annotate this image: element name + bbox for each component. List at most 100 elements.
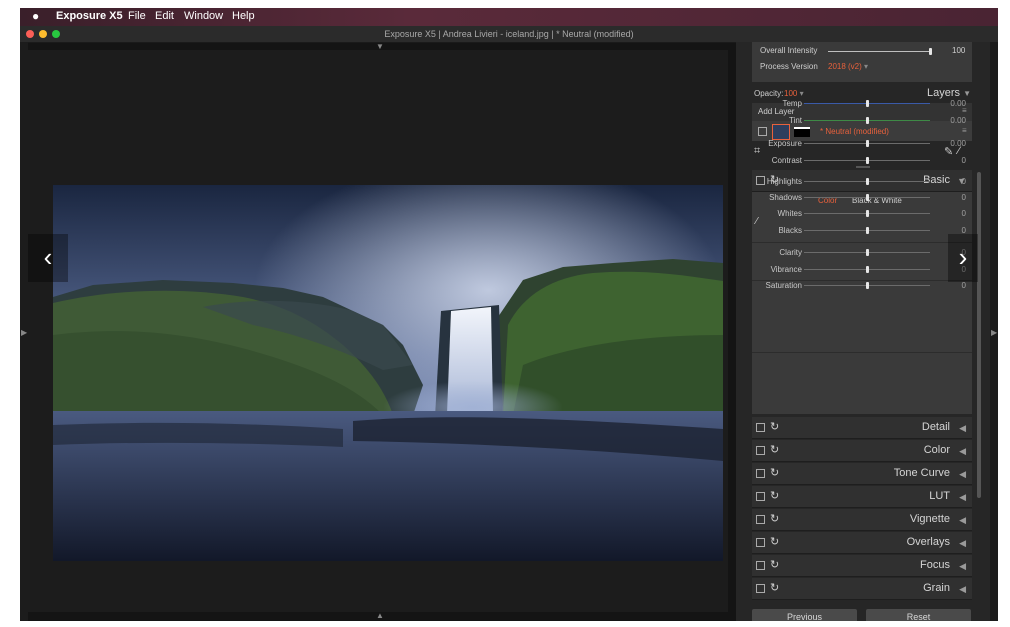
slider-value-highlights[interactable]: 0 [936, 177, 966, 186]
slider-thumb-saturation[interactable] [866, 282, 869, 289]
panel-scrollbar[interactable] [977, 172, 981, 498]
vignette-section-header[interactable]: ↻ Vignette ◀ [752, 509, 972, 531]
overall-intensity-track[interactable] [828, 51, 932, 52]
basic-section-body: Color Black & White ⁄ Temp 0.00 Tint 0.00 Ex… [752, 99, 972, 414]
chevron-left-icon: ‹ [43, 242, 53, 272]
slider-label-vibrance: Vibrance [770, 265, 802, 274]
chevron-left-icon: ◀ [959, 561, 966, 571]
chevron-left-icon: ◀ [959, 423, 966, 433]
slider-value-saturation[interactable]: 0 [936, 281, 966, 290]
photo-waterfall [53, 185, 723, 561]
opacity-select[interactable]: 100 ▾ [784, 89, 804, 98]
lut-section-header[interactable]: ↻ LUT ◀ [752, 486, 972, 508]
slider-thumb-exposure[interactable] [866, 140, 869, 147]
layer-thumbnail[interactable] [772, 124, 790, 140]
slider-thumb-temp[interactable] [866, 100, 869, 107]
menu-window[interactable]: Window [184, 10, 223, 22]
slider-value-contrast[interactable]: 0 [936, 156, 966, 165]
before-after-icon[interactable] [756, 492, 765, 501]
slider-label-contrast: Contrast [771, 156, 802, 165]
layers-toggle[interactable]: Layers ▼ [927, 87, 971, 99]
layer-options-icon[interactable]: ≡ [962, 126, 967, 135]
vignette-title: Vignette [909, 513, 950, 525]
slider-value-exposure[interactable]: 0.00 [936, 139, 966, 148]
overall-intensity-thumb[interactable] [929, 48, 932, 55]
slider-thumb-tint[interactable] [866, 117, 869, 124]
collapse-bottom-icon[interactable]: ▲ [376, 611, 384, 620]
layer-mask-thumbnail[interactable] [794, 127, 810, 137]
slider-thumb-shadows[interactable] [866, 194, 869, 201]
slider-value-shadows[interactable]: 0 [936, 193, 966, 202]
dropdown-arrow-icon: ▾ [799, 89, 804, 98]
reset-icon[interactable]: ↻ [770, 466, 779, 479]
slider-thumb-vibrance[interactable] [866, 266, 869, 273]
title-bar: Exposure X5 | Andrea Livieri - iceland.j… [20, 26, 998, 43]
slider-label-tint: Tint [788, 116, 802, 125]
adjustment-panel: Overall Intensity 100 Process Version 20… [736, 42, 990, 621]
before-after-icon[interactable] [756, 538, 765, 547]
panel-divider-handle[interactable] [856, 166, 870, 168]
previous-button[interactable]: Previous [752, 609, 857, 621]
before-after-icon[interactable] [756, 423, 765, 432]
add-layer-button[interactable]: Add Layer [758, 107, 794, 116]
sliders-divider-1 [752, 242, 972, 243]
reset-icon[interactable]: ↻ [770, 512, 779, 525]
slider-thumb-whites[interactable] [866, 210, 869, 217]
layer-name[interactable]: * Neutral (modified) [820, 127, 889, 136]
process-version-value: 2018 (v2) [828, 62, 862, 71]
reset-icon[interactable]: ↻ [770, 420, 779, 433]
menu-file[interactable]: File [128, 10, 146, 22]
reset-icon[interactable]: ↻ [770, 558, 779, 571]
chevron-down-icon: ▼ [963, 89, 972, 98]
slider-label-highlights: Highlights [766, 177, 802, 186]
slider-thumb-clarity[interactable] [866, 249, 869, 256]
reset-icon[interactable]: ↻ [770, 489, 779, 502]
close-button[interactable] [26, 30, 34, 38]
reset-icon[interactable]: ↻ [770, 581, 779, 594]
reset-icon[interactable]: ↻ [770, 535, 779, 548]
layer-visibility-icon[interactable] [758, 127, 767, 136]
process-version-select[interactable]: 2018 (v2) ▾ [828, 62, 868, 71]
window-title: Exposure X5 | Andrea Livieri - iceland.j… [384, 29, 634, 39]
waterfall-image [53, 185, 723, 561]
slider-label-clarity: Clarity [779, 248, 802, 257]
slider-value-temp[interactable]: 0.00 [936, 99, 966, 108]
slider-thumb-blacks[interactable] [866, 227, 869, 234]
right-panel-toggle[interactable]: ▶ [990, 42, 998, 621]
slider-label-whites: Whites [777, 209, 802, 218]
menu-edit[interactable]: Edit [155, 10, 174, 22]
overlays-section-header[interactable]: ↻ Overlays ◀ [752, 532, 972, 554]
opacity-value: 100 [784, 89, 798, 98]
menu-help[interactable]: Help [232, 10, 255, 22]
focus-section-header[interactable]: ↻ Focus ◀ [752, 555, 972, 577]
before-after-icon[interactable] [756, 446, 765, 455]
before-after-icon[interactable] [756, 515, 765, 524]
detail-title: Detail [921, 421, 950, 433]
slider-value-whites[interactable]: 0 [936, 209, 966, 218]
left-panel-toggle[interactable]: ▶ [20, 42, 28, 621]
slider-value-tint[interactable]: 0.00 [936, 116, 966, 125]
zoom-button[interactable] [52, 30, 60, 38]
color-section-header[interactable]: ↻ Color ◀ [752, 440, 972, 462]
image-viewer[interactable]: ‹ [28, 50, 728, 612]
apple-menu-icon[interactable]: ● [32, 9, 39, 23]
before-after-icon[interactable] [756, 561, 765, 570]
slider-thumb-contrast[interactable] [866, 157, 869, 164]
chevron-left-icon: ◀ [959, 515, 966, 525]
intensity-box: Overall Intensity 100 Process Version 20… [752, 42, 972, 82]
detail-section-header[interactable]: ↻ Detail ◀ [752, 417, 972, 439]
reset-button[interactable]: Reset [866, 609, 971, 621]
tone-curve-section-header[interactable]: ↻ Tone Curve ◀ [752, 463, 972, 485]
minimize-button[interactable] [39, 30, 47, 38]
before-after-icon[interactable] [756, 469, 765, 478]
before-after-icon[interactable] [756, 584, 765, 593]
reset-icon[interactable]: ↻ [770, 443, 779, 456]
grain-section-header[interactable]: ↻ Grain ◀ [752, 578, 972, 600]
slider-thumb-highlights[interactable] [866, 178, 869, 185]
layers-label: Layers [927, 87, 961, 99]
overlays-title: Overlays [906, 536, 950, 548]
app-menu[interactable]: Exposure X5 [56, 10, 123, 22]
app-window: ● Exposure X5 File Edit Window Help Expo… [20, 8, 998, 621]
previous-image-button[interactable]: ‹ [28, 234, 68, 282]
next-image-button[interactable]: › [948, 234, 978, 282]
